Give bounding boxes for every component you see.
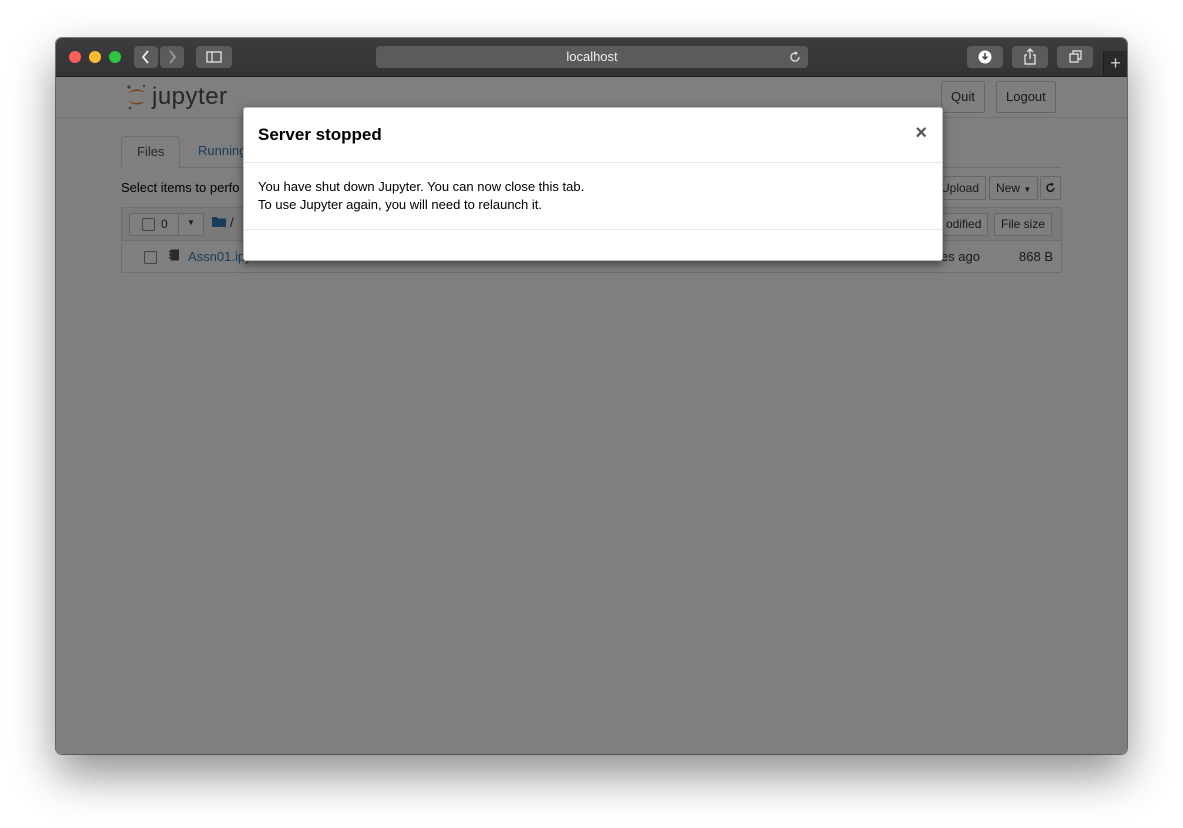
server-stopped-dialog: Server stopped × You have shut down Jupy…	[243, 107, 943, 261]
share-button[interactable]	[1012, 46, 1048, 68]
sidebar-button[interactable]	[196, 46, 232, 68]
forward-button[interactable]	[160, 46, 184, 68]
modal-body: You have shut down Jupyter. You can now …	[258, 178, 584, 214]
forward-icon	[169, 50, 177, 64]
tabs-overview-button[interactable]	[1057, 46, 1093, 68]
back-button[interactable]	[134, 46, 158, 68]
minimize-window-button[interactable]	[89, 51, 101, 63]
tabs-icon	[1069, 50, 1082, 63]
modal-message-line2: To use Jupyter again, you will need to r…	[258, 197, 543, 212]
url-text: localhost	[566, 49, 618, 64]
modal-header: Server stopped ×	[244, 108, 942, 163]
page-content: jupyter Quit Logout Files Running Select…	[56, 77, 1127, 754]
close-window-button[interactable]	[69, 51, 81, 63]
modal-footer	[244, 229, 942, 230]
fullscreen-window-button[interactable]	[109, 51, 121, 63]
new-tab-icon: +	[1110, 53, 1121, 73]
share-icon	[1024, 48, 1036, 65]
back-icon	[141, 50, 149, 64]
reload-icon[interactable]	[787, 49, 803, 65]
download-button[interactable]	[967, 46, 1003, 68]
close-icon[interactable]: ×	[915, 122, 927, 145]
modal-message-line1: You have shut down Jupyter. You can now …	[258, 179, 585, 194]
browser-window: localhost + jupyter	[56, 38, 1127, 754]
browser-titlebar: localhost +	[56, 38, 1127, 77]
sidebar-icon	[206, 51, 222, 63]
address-bar[interactable]: localhost	[376, 46, 808, 68]
new-tab-button[interactable]: +	[1103, 51, 1127, 76]
modal-title: Server stopped	[258, 125, 382, 144]
download-icon	[978, 50, 992, 64]
